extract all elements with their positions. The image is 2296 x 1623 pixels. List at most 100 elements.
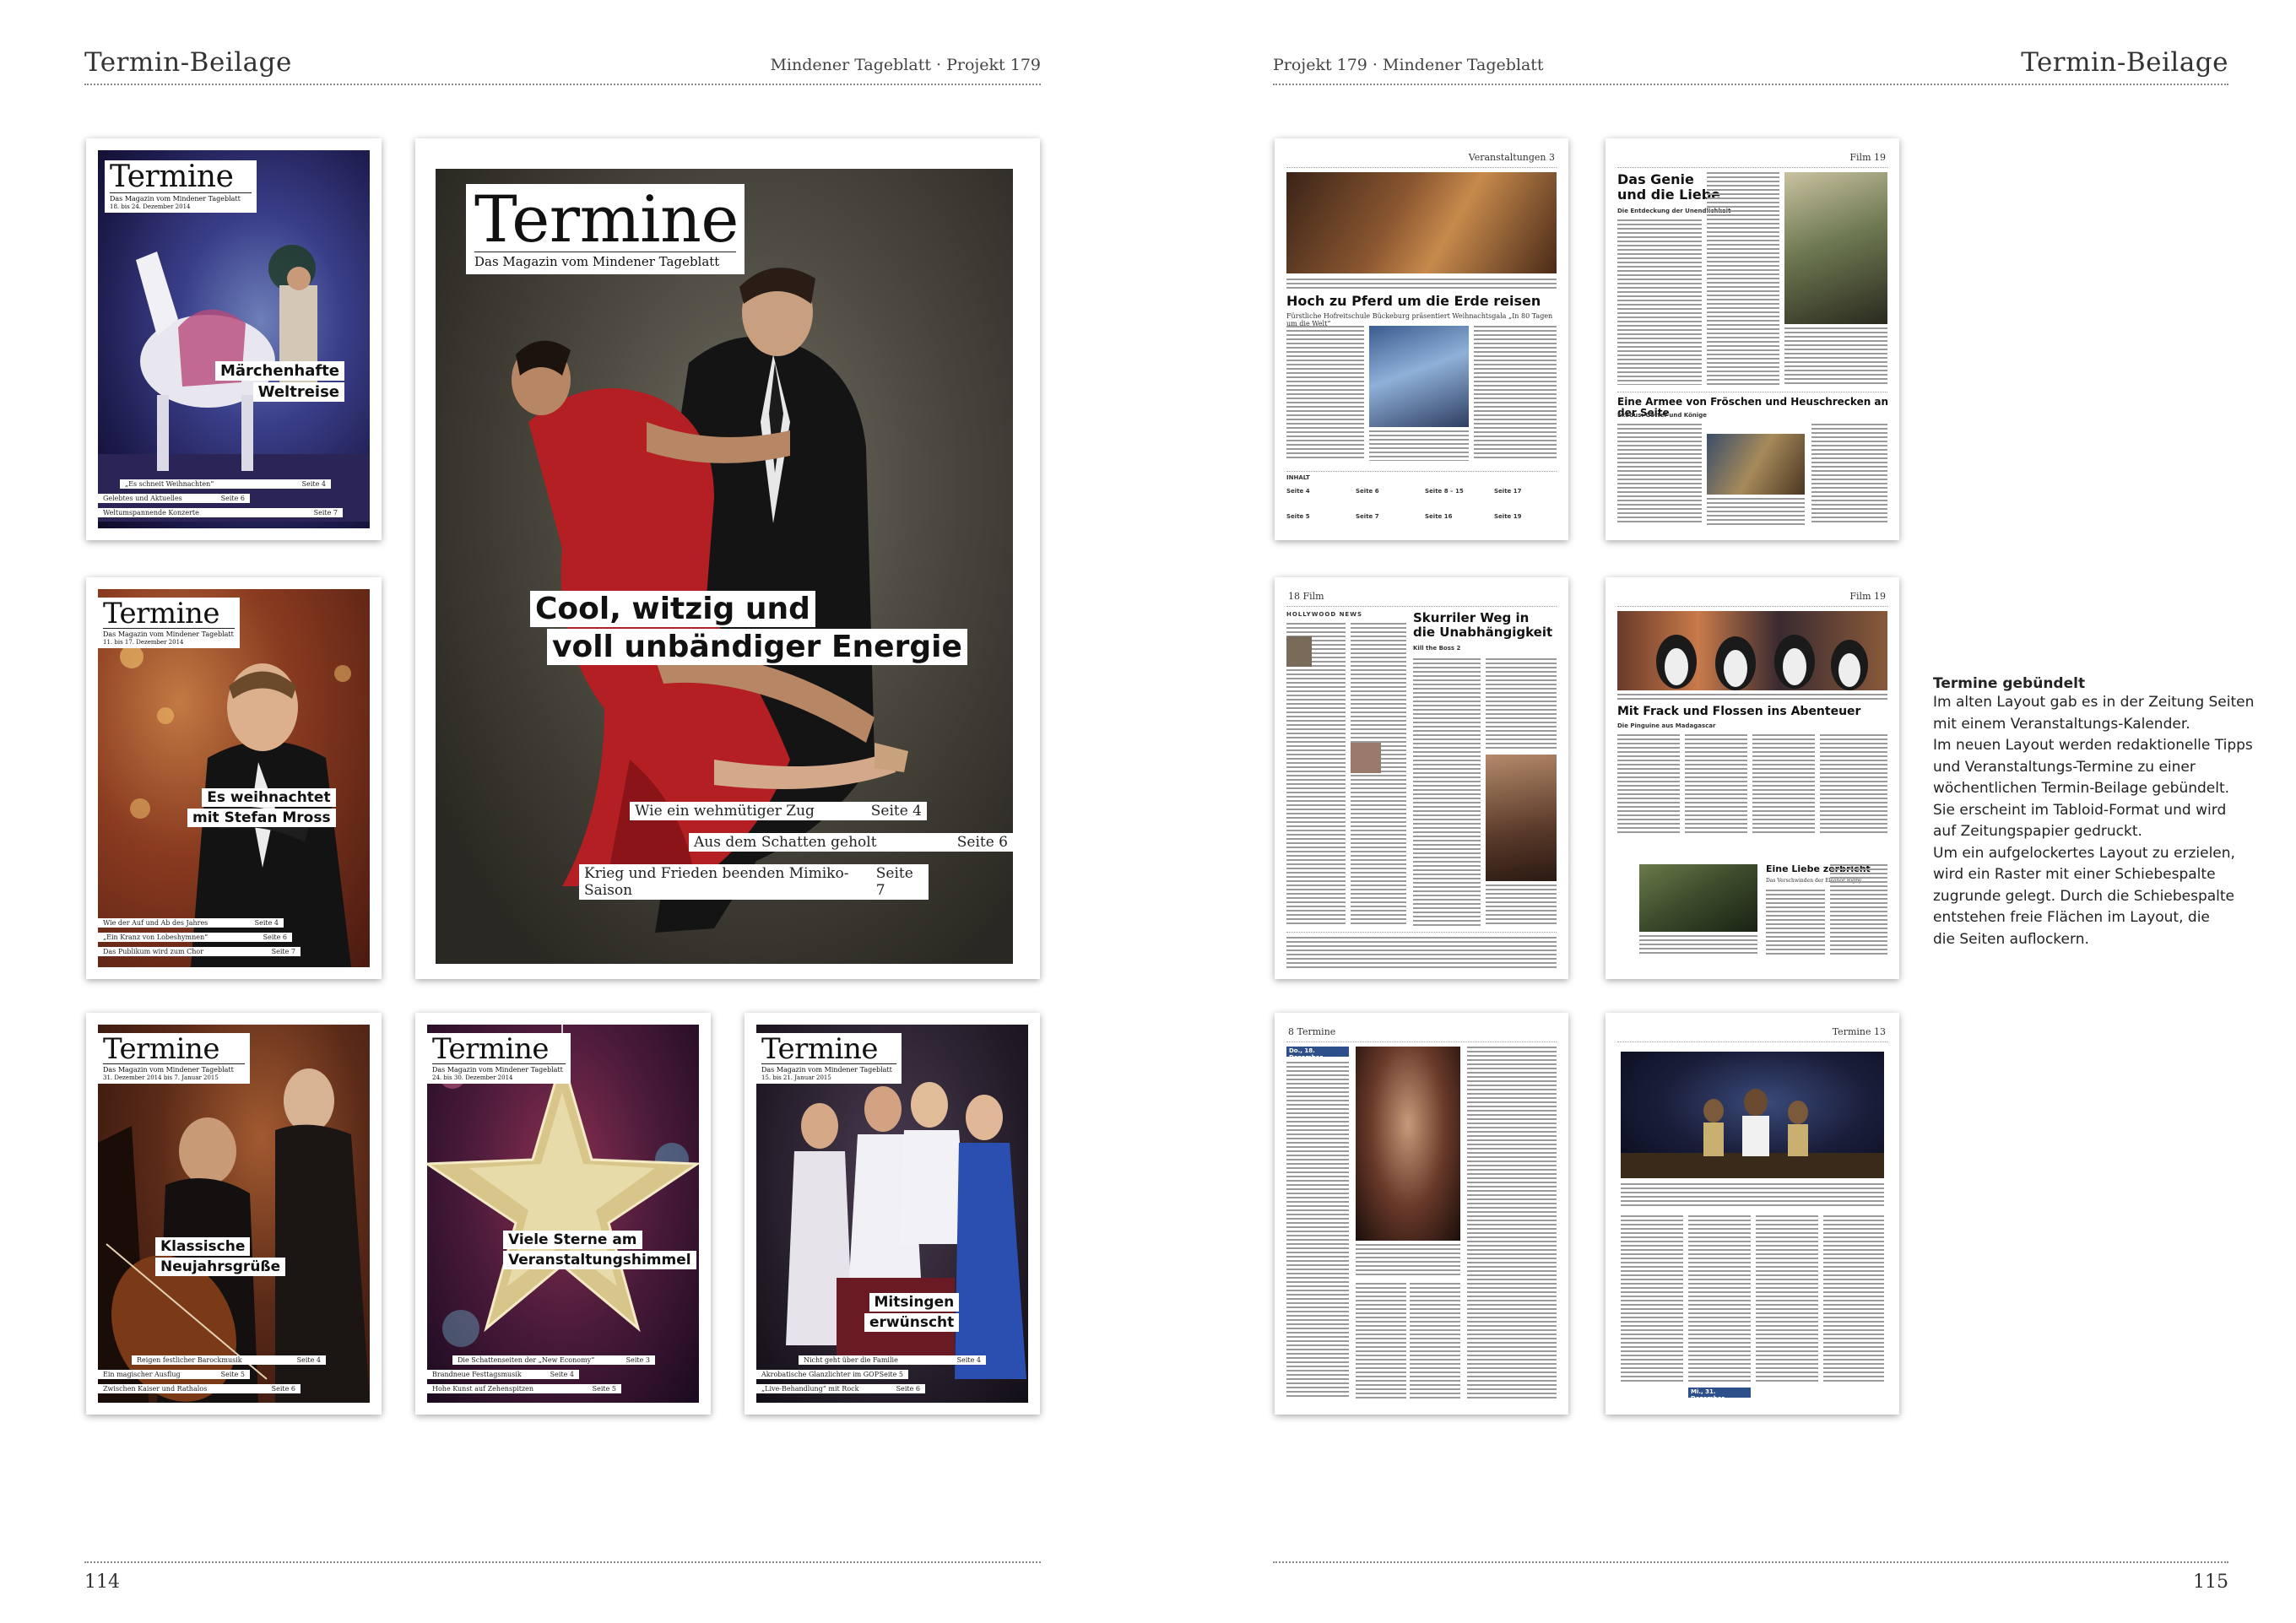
couple-garden-photo (1639, 864, 1757, 932)
folio-rule (1286, 1041, 1557, 1042)
teaser-3: „Live-Behandlung“ mit Rock Seite 6 (756, 1384, 925, 1393)
listing-column (1756, 1215, 1818, 1384)
issue-date: 24. bis 30. Dezember 2014 (432, 1074, 513, 1081)
newspaper-page-veranstaltungen: Veranstaltungen 3 Hoch zu Pferd um die E… (1275, 138, 1568, 540)
teaser-3: Krieg und Frieden beenden Mimiko-Saison S… (579, 864, 929, 900)
teaser-2: Brandneue Festtagsmusik Seite 4 (427, 1370, 579, 1379)
cover-cool-witzig: Termine Das Magazin vom Mindener Tagebla… (415, 138, 1040, 979)
newspaper-page-film-skurriler: 18 Film HOLLYWOOD NEWS Skurriler Weg in … (1275, 577, 1568, 979)
masthead-title: Termine (103, 597, 220, 630)
couple-photo (1784, 172, 1887, 324)
right-top-rule (1273, 84, 2228, 85)
listing-column (1467, 1047, 1557, 1401)
headline-line-2: Weltreise (252, 382, 344, 402)
folio-rule (1617, 1041, 1887, 1042)
index-item: Seite 7 (1356, 513, 1379, 520)
cover-headline: Mitsingen erwünscht (864, 1293, 960, 1334)
teaser-2: Aus dem Schatten geholt Seite 6 (689, 833, 1013, 852)
left-section-title: Termin-Beilage (84, 47, 292, 78)
portrait-photo (1286, 636, 1312, 667)
masthead-title: Termine (474, 181, 739, 257)
photo-caption (1621, 1183, 1884, 1209)
article-subhead: Die Pinguine aus Madagascar (1617, 722, 1716, 729)
text-column (1617, 219, 1702, 385)
text-column (1286, 623, 1346, 927)
text-column (1351, 623, 1406, 927)
headline-line-2: erwünscht (864, 1313, 960, 1332)
caption-line: und Veranstaltungs-Termine zu einer (1933, 758, 2196, 776)
article-subhead-2: Exodus: Götter und Könige (1617, 412, 1708, 419)
masthead-title: Termine (432, 1032, 550, 1066)
article-headline: Hoch zu Pferd um die Erde reisen (1286, 293, 1541, 309)
headline-line-1: Mitsingen (869, 1293, 960, 1312)
text-column (1413, 658, 1481, 927)
page-folio: 18 Film (1288, 591, 1324, 602)
teaser-1: Wie der Auf und Ab des Jahres Seite 4 (98, 918, 284, 928)
index-item: Seite 16 (1425, 513, 1453, 520)
cover-maerchenhafte-weltreise: Termine Das Magazin vom Mindener Tagebla… (86, 138, 382, 540)
teaser-3: Zwischen Kaiser und Rathalos Seite 6 (98, 1384, 301, 1393)
listing-column (1688, 1215, 1751, 1384)
caption-line: Im neuen Layout werden redaktionelle Tip… (1933, 737, 2253, 754)
text-column (1811, 424, 1887, 525)
masthead-title: Termine (110, 160, 234, 194)
listing-rule (1286, 932, 1557, 933)
cover-mitsingen-erwuenscht: Termine Das Magazin vom Mindener Tagebla… (745, 1013, 1040, 1415)
listing-column (1410, 1283, 1460, 1401)
listing-column (1621, 1215, 1683, 1384)
performer-photo (1356, 1047, 1460, 1241)
teaser-1: Wie ein wehmütiger Zug Seite 4 (630, 802, 927, 820)
photo-caption (1639, 935, 1757, 954)
photo-caption (1369, 430, 1469, 461)
headline-line-1: Märchenhafte (214, 361, 344, 381)
caption-line: Um ein aufgelockertes Layout zu erzielen… (1933, 844, 2235, 862)
actress-photo (1486, 755, 1557, 881)
index-item: Seite 4 (1286, 488, 1310, 495)
folio-rule (1286, 167, 1557, 168)
index-item: Seite 19 (1494, 513, 1522, 520)
angel-photo (1369, 326, 1469, 427)
photo-caption (1486, 885, 1557, 927)
cover-headline: Klassische Neujahrsgrüße (155, 1237, 286, 1278)
issue-date: 31. Dezember 2014 bis 7. Januar 2015 (103, 1074, 219, 1081)
text-column (1685, 734, 1747, 836)
folio-rule (1617, 606, 1887, 607)
listing-column (1823, 1215, 1884, 1384)
caption-line: auf Zeitungspapier gedruckt. (1933, 823, 2142, 840)
text-column (1474, 326, 1557, 461)
caption-line: zugrunde gelegt. Durch die Schiebespalte (1933, 887, 2235, 905)
photo-caption (1356, 1244, 1460, 1278)
penguins-illustration (1656, 635, 1868, 690)
right-section-title: Termin-Beilage (2021, 47, 2228, 78)
headline-line-1: Es weihnachtet (202, 788, 336, 807)
left-page-number: 114 (84, 1572, 120, 1593)
cover-headline: Viele Sterne am Veranstaltungshimmel (503, 1231, 696, 1271)
caption-line: wöchentlichen Termin-Beilage gebündelt. (1933, 780, 2230, 797)
index-item: Seite 6 (1356, 488, 1379, 495)
photo-caption (1784, 327, 1887, 385)
index-item: Seite 17 (1494, 488, 1522, 495)
gospel-concert-photo (1621, 1052, 1884, 1178)
teaser-1: Reigen festlicher Barockmusik Seite 4 (132, 1355, 326, 1365)
issue-date: 11. bis 17. Dezember 2014 (103, 639, 184, 646)
folio-rule (1286, 606, 1557, 607)
text-column (1486, 658, 1557, 751)
teaser-2: Akrobatische Glanzlichter im GOP Seite 5 (756, 1370, 908, 1379)
text-column (1286, 326, 1364, 461)
exodus-photo (1707, 434, 1805, 495)
cover-headline: Cool, witzig und voll unbändiger Energie (530, 591, 967, 667)
text-column (1707, 172, 1779, 385)
portrait-photo (1351, 743, 1381, 773)
cover-stefan-mross: Termine Das Magazin vom Mindener Tagebla… (86, 577, 382, 979)
masthead: Termine Das Magazin vom Mindener Tagebla… (466, 184, 745, 274)
headline-line-1: Cool, witzig und (530, 591, 815, 627)
gospel-singers (1621, 1089, 1884, 1178)
caption-line: die Seiten auflockern. (1933, 930, 2089, 948)
horse-show-photo (1286, 172, 1557, 273)
cover-headline: Märchenhafte Weltreise (214, 361, 344, 403)
page-folio: Termine 13 (1832, 1026, 1886, 1037)
article-subhead: Kill the Boss 2 (1413, 645, 1461, 652)
cover-viele-sterne: Termine Das Magazin vom Mindener Tagebla… (415, 1013, 711, 1415)
newspaper-page-termine-8: 8 Termine Do., 18. Dezember (1275, 1013, 1568, 1415)
index-item: Seite 8 – 15 (1425, 488, 1464, 495)
